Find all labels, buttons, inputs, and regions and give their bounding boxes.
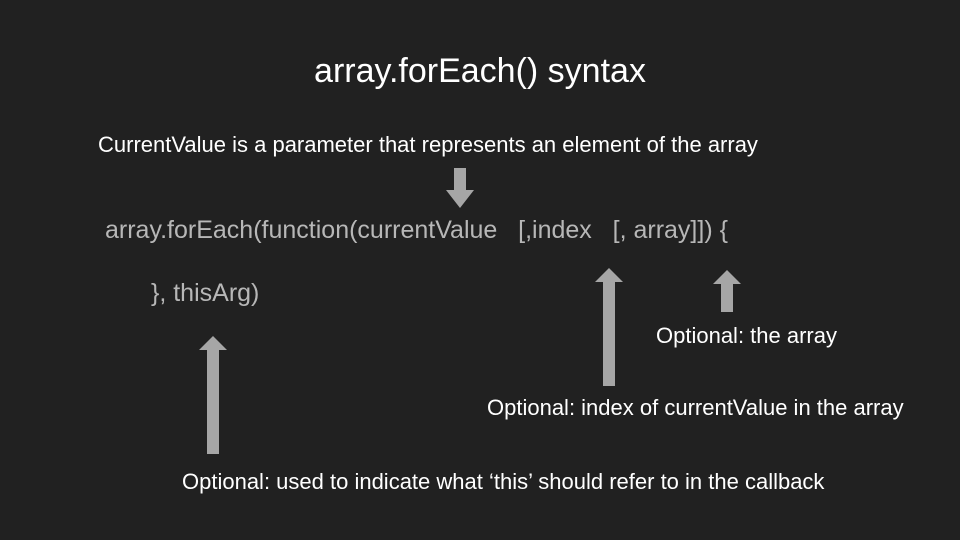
index-note: Optional: index of currentValue in the a… — [487, 395, 904, 420]
current-value-note: CurrentValue is a parameter that represe… — [98, 132, 758, 157]
code-line-foreach: array.forEach(function(currentValue [,in… — [105, 216, 728, 244]
this-arg-note: Optional: used to indicate what ‘this’ s… — [182, 469, 825, 494]
arrow-up-icon — [595, 268, 623, 386]
arrow-up-icon — [199, 336, 227, 454]
arrow-down-icon — [446, 168, 474, 208]
code-line-this-arg: }, thisArg) — [151, 279, 260, 307]
slide-title: array.forEach() syntax — [314, 52, 646, 90]
slide: array.forEach() syntax CurrentValue is a… — [0, 0, 960, 540]
arrow-up-icon — [713, 270, 741, 312]
array-note: Optional: the array — [656, 323, 837, 348]
